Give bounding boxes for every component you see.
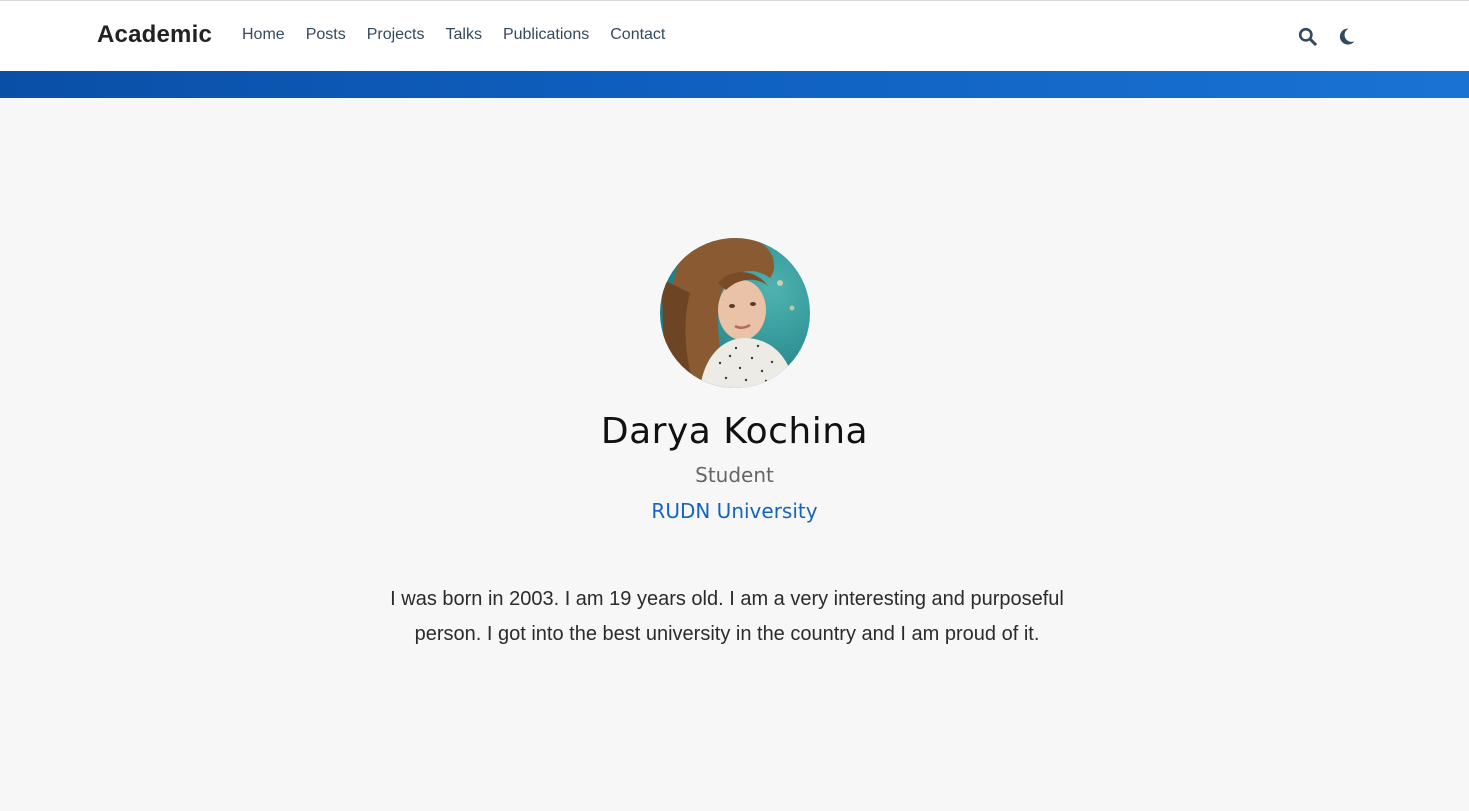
theme-toggle-button[interactable] (1337, 25, 1357, 47)
profile-name: Darya Kochina (600, 411, 869, 452)
nav-link-posts[interactable]: Posts (306, 26, 346, 44)
profile-bio: I was born in 2003. I am 19 years old. I… (390, 588, 1064, 645)
search-icon (1298, 27, 1317, 46)
nav-link-talks[interactable]: Talks (446, 26, 482, 44)
profile-organization-link[interactable]: RUDN University (0, 497, 1469, 525)
nav-link-publications[interactable]: Publications (503, 26, 589, 44)
search-button[interactable] (1297, 25, 1317, 47)
site-brand[interactable]: Academic (97, 21, 212, 49)
nav-link-home[interactable]: Home (242, 26, 285, 44)
profile-role: Student (695, 463, 774, 487)
top-navbar: Academic Home Posts Projects Talks Publi… (0, 0, 1469, 71)
moon-icon (1339, 28, 1355, 45)
avatar (659, 238, 810, 388)
profile-card: Darya Kochina Student RUDN University (0, 238, 1469, 525)
nav-tools (1297, 25, 1357, 47)
nav-link-contact[interactable]: Contact (610, 26, 665, 44)
nav-link-projects[interactable]: Projects (367, 26, 425, 44)
hero-banner (0, 71, 1469, 98)
main-nav: Home Posts Projects Talks Publications C… (242, 26, 665, 44)
